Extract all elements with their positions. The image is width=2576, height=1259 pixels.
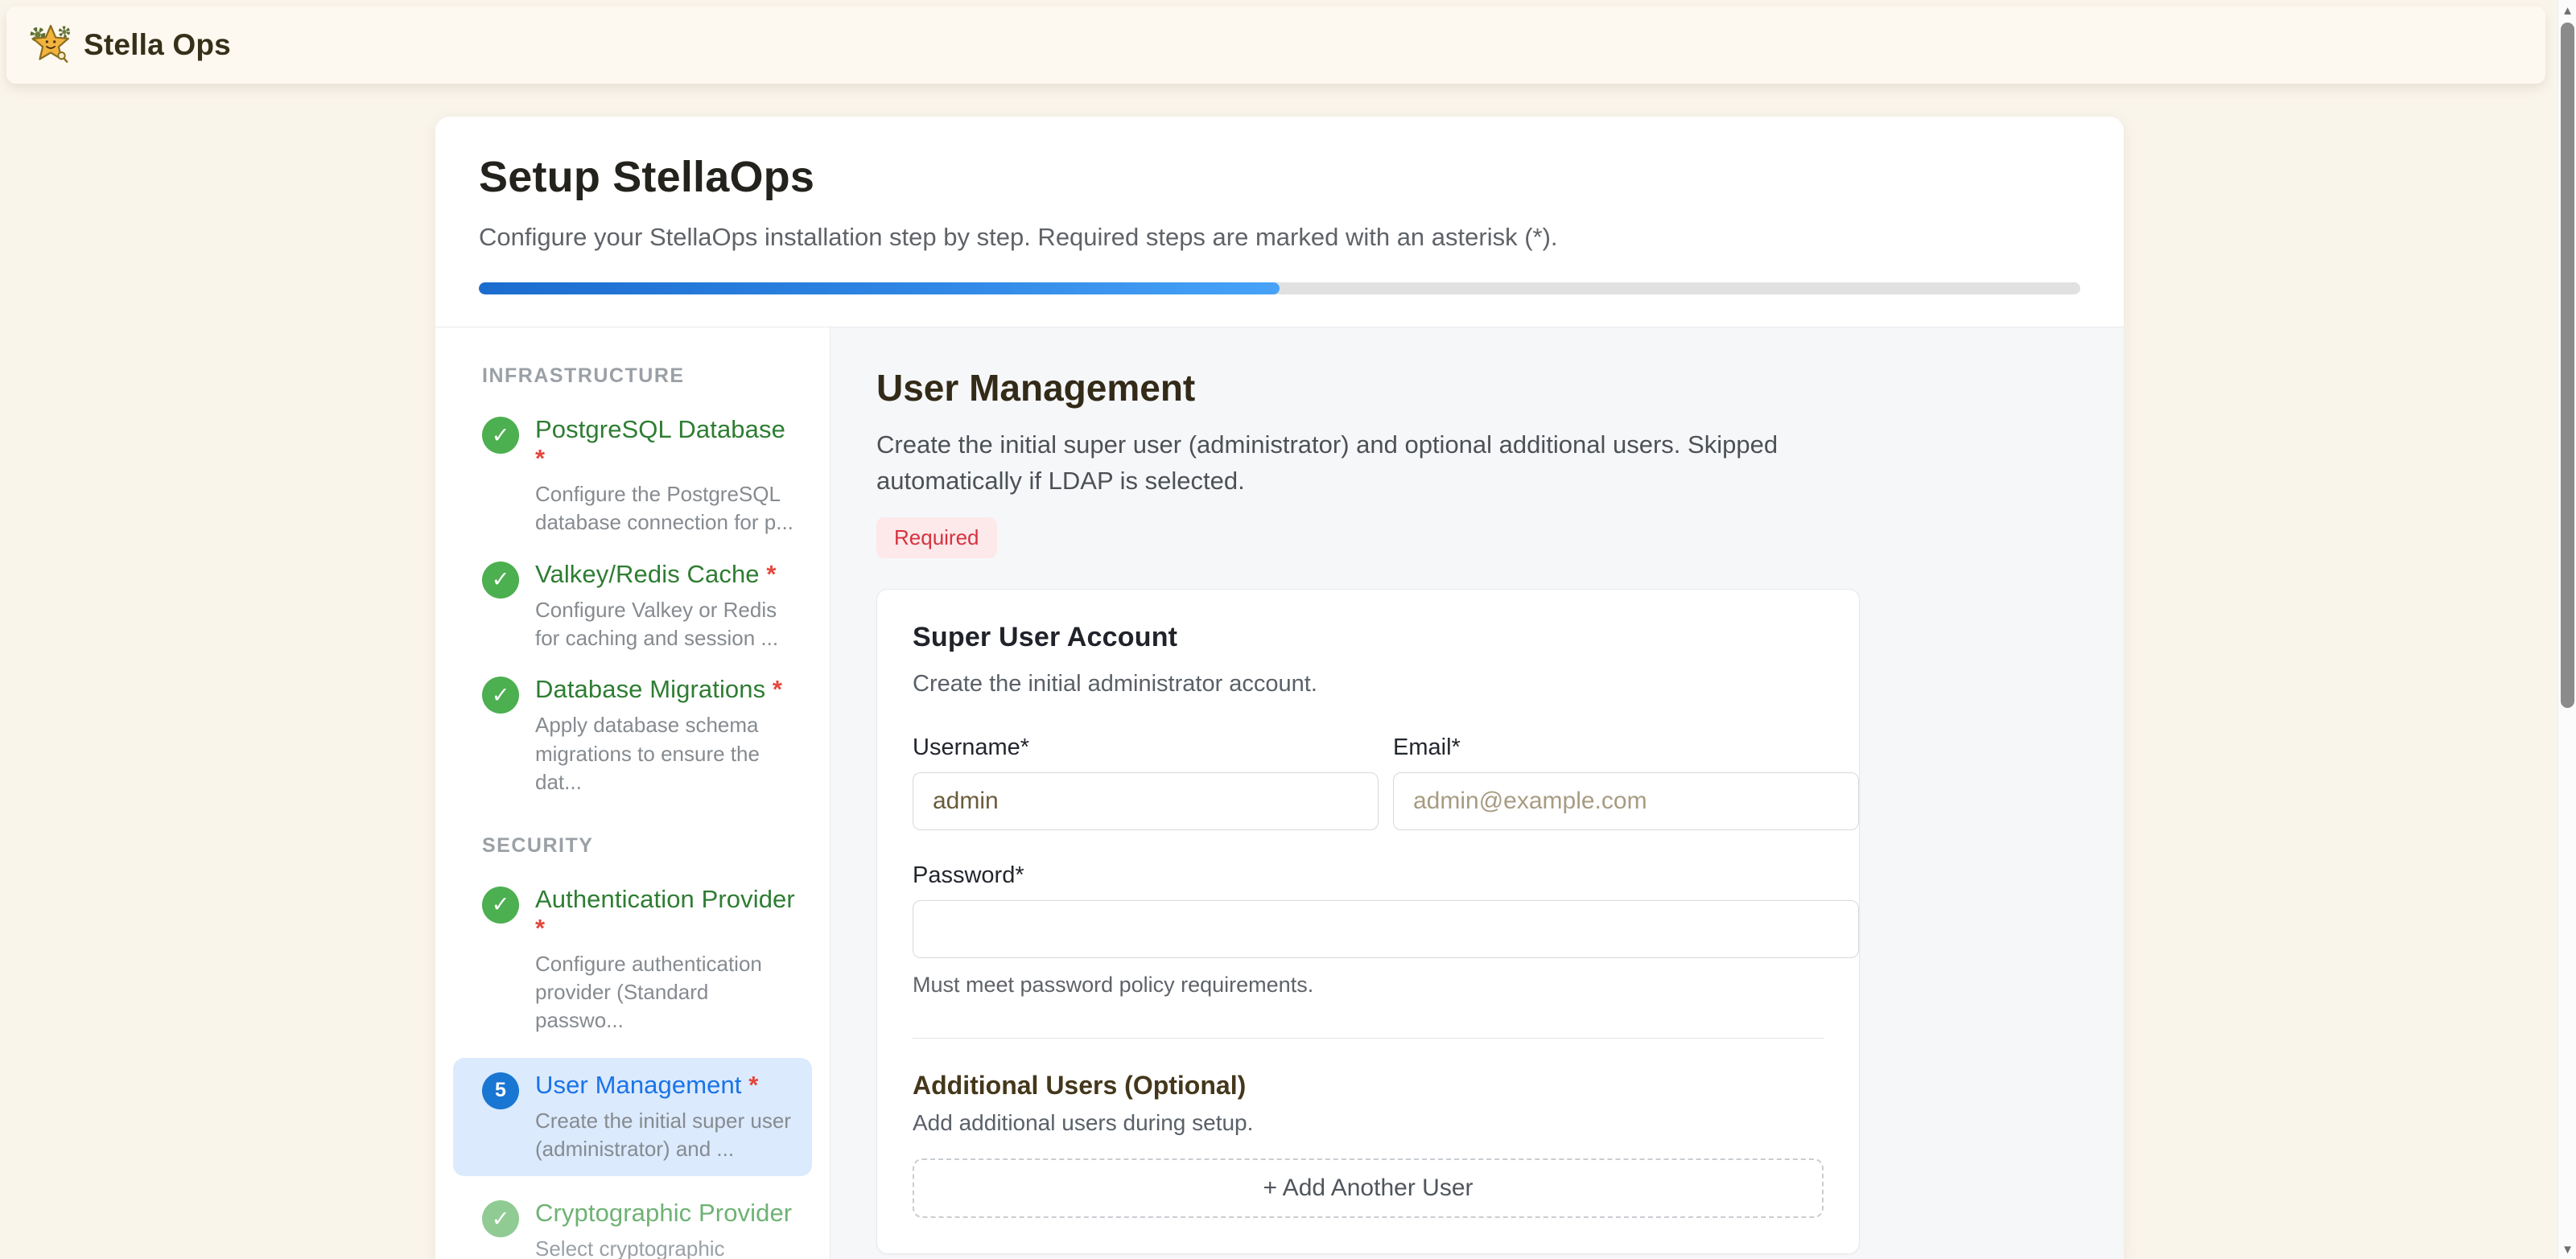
sidebar-item-authentication-provider[interactable]: ✓ Authentication Provider * Configure au… xyxy=(453,885,812,1035)
email-field-group: Email* xyxy=(1393,734,1859,830)
username-label: Username* xyxy=(913,734,1379,761)
step-complete-icon: ✓ xyxy=(482,562,519,599)
super-user-card-title: Super User Account xyxy=(913,622,1824,653)
step-number: 5 xyxy=(495,1079,506,1102)
required-asterisk: * xyxy=(742,1071,759,1099)
setup-wizard-card: Setup StellaOps Configure your StellaOps… xyxy=(435,117,2124,1259)
brand-name: Stella Ops xyxy=(84,28,231,62)
step-complete-icon: ✓ xyxy=(482,887,519,924)
stella-star-logo-icon xyxy=(29,22,72,69)
username-field-group: Username* xyxy=(913,734,1379,830)
wizard-steps-sidebar: INFRASTRUCTURE ✓ PostgreSQL Database * C… xyxy=(435,327,831,1259)
step-description: Apply database schema migrations to ensu… xyxy=(535,711,801,796)
email-label: Email* xyxy=(1393,734,1859,761)
required-asterisk: * xyxy=(765,675,782,703)
username-input[interactable] xyxy=(913,772,1379,830)
step-content-panel: User Management Create the initial super… xyxy=(831,327,2124,1259)
progress-fill xyxy=(479,282,1280,294)
password-label: Password* xyxy=(913,862,1859,889)
step-title: PostgreSQL Database xyxy=(535,415,785,443)
step-title: User Management xyxy=(535,1071,742,1099)
step-description: Configure authentication provider (Stand… xyxy=(535,950,801,1035)
step-description: Configure the PostgreSQL database connec… xyxy=(535,480,801,537)
step-title: Cryptographic Provider xyxy=(535,1199,792,1227)
required-asterisk: * xyxy=(535,914,545,942)
super-user-account-card: Super User Account Create the initial ad… xyxy=(876,589,1860,1254)
required-asterisk: * xyxy=(760,560,777,588)
additional-users-subtitle: Add additional users during setup. xyxy=(913,1110,1824,1136)
scroll-up-arrow-icon[interactable]: ▲ xyxy=(2558,5,2576,17)
wizard-hero: Setup StellaOps Configure your StellaOps… xyxy=(435,117,2124,327)
password-field-group: Password* Must meet password policy requ… xyxy=(913,862,1859,998)
step-number-badge: 5 xyxy=(482,1072,519,1109)
section-label-infrastructure: INFRASTRUCTURE xyxy=(482,364,812,388)
scrollbar-thumb[interactable] xyxy=(2561,23,2574,708)
required-badge: Required xyxy=(876,517,997,558)
step-description: Configure Valkey or Redis for caching an… xyxy=(535,596,801,653)
step-heading: User Management xyxy=(876,366,1860,409)
page-title: Setup StellaOps xyxy=(479,152,2080,202)
setup-progress-bar xyxy=(479,282,2080,294)
step-description-text: Create the initial super user (administr… xyxy=(876,427,1826,500)
step-complete-icon: ✓ xyxy=(482,1200,519,1237)
required-asterisk: * xyxy=(535,444,545,472)
step-complete-icon: ✓ xyxy=(482,677,519,714)
sidebar-item-user-management[interactable]: 5 User Management * Create the initial s… xyxy=(453,1058,812,1177)
add-another-user-button[interactable]: + Add Another User xyxy=(913,1158,1824,1218)
step-complete-icon: ✓ xyxy=(482,417,519,454)
additional-users-title: Additional Users (Optional) xyxy=(913,1071,1824,1101)
scroll-down-arrow-icon[interactable]: ▼ xyxy=(2558,1244,2576,1256)
card-divider xyxy=(913,1038,1824,1039)
step-description: Select cryptographic algorithms for sign… xyxy=(535,1235,801,1259)
password-hint: Must meet password policy requirements. xyxy=(913,973,1859,998)
brand: Stella Ops xyxy=(29,22,231,69)
step-title: Valkey/Redis Cache xyxy=(535,560,760,588)
password-input[interactable] xyxy=(913,900,1859,958)
vertical-scrollbar[interactable]: ▲ ▼ xyxy=(2557,0,2576,1259)
sidebar-item-valkey-redis-cache[interactable]: ✓ Valkey/Redis Cache * Configure Valkey … xyxy=(453,560,812,653)
sidebar-item-database-migrations[interactable]: ✓ Database Migrations * Apply database s… xyxy=(453,675,812,796)
email-input[interactable] xyxy=(1393,772,1859,830)
sidebar-item-cryptographic-provider[interactable]: ✓ Cryptographic Provider Select cryptogr… xyxy=(453,1199,812,1259)
step-title: Authentication Provider xyxy=(535,885,795,913)
step-title: Database Migrations xyxy=(535,675,765,703)
super-user-card-subtitle: Create the initial administrator account… xyxy=(913,671,1824,697)
section-label-security: SECURITY xyxy=(482,834,812,858)
page-subtitle: Configure your StellaOps installation st… xyxy=(479,223,2080,252)
sidebar-item-postgresql-database[interactable]: ✓ PostgreSQL Database * Configure the Po… xyxy=(453,415,812,537)
step-description: Create the initial super user (administr… xyxy=(535,1107,801,1164)
app-header: Stella Ops xyxy=(6,6,2545,84)
